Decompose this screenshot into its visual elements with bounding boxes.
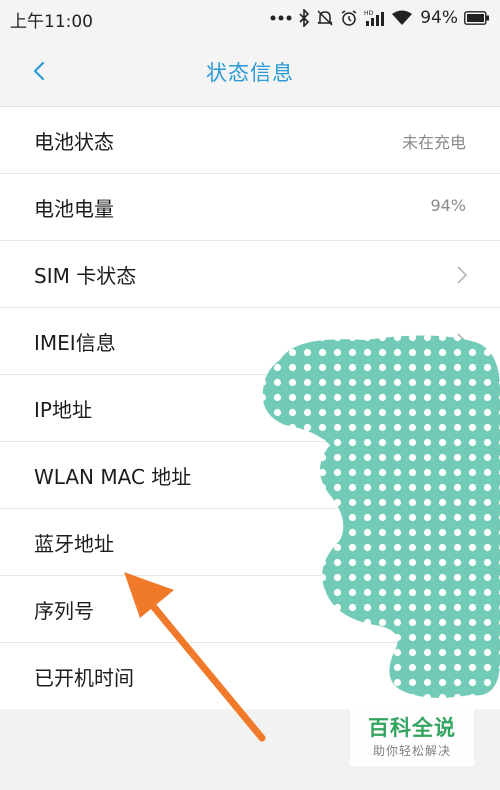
row-label: IP地址 bbox=[34, 398, 92, 422]
alarm-icon bbox=[340, 9, 358, 27]
watermark-title: 百科全说 bbox=[368, 716, 456, 740]
status-bar: 上午11:00 HD 94% bbox=[0, 0, 500, 36]
annotation-arrow bbox=[124, 572, 266, 742]
row-label: SIM 卡状态 bbox=[34, 264, 137, 288]
page-title: 状态信息 bbox=[206, 61, 294, 85]
row-label: 电池状态 bbox=[34, 130, 114, 154]
row-label: IMEI信息 bbox=[34, 331, 116, 355]
more-icon bbox=[270, 14, 292, 22]
row-label: 蓝牙地址 bbox=[34, 532, 114, 556]
row-battery-level[interactable]: 电池电量 94% bbox=[0, 174, 500, 241]
chevron-right-icon bbox=[457, 266, 468, 284]
row-sim-status[interactable]: SIM 卡状态 bbox=[0, 241, 500, 308]
row-label: WLAN MAC 地址 bbox=[34, 465, 192, 489]
row-value: 未在充电 bbox=[401, 133, 466, 152]
mute-icon bbox=[316, 9, 334, 27]
nav-bar: 状态信息 bbox=[0, 36, 500, 107]
row-battery-status[interactable]: 电池状态 未在充电 bbox=[0, 107, 500, 174]
watermark-logo: 百科全说 助你轻松解决 bbox=[350, 706, 474, 766]
bluetooth-icon bbox=[298, 9, 310, 27]
row-label: 序列号 bbox=[34, 599, 94, 623]
svg-text:HD: HD bbox=[364, 10, 374, 17]
watermark-subtitle: 助你轻松解决 bbox=[372, 744, 451, 758]
status-time: 上午11:00 bbox=[10, 12, 93, 32]
battery-icon bbox=[464, 11, 490, 25]
hd-signal-icon: HD bbox=[364, 9, 386, 27]
row-label: 电池电量 bbox=[34, 197, 114, 221]
wifi-icon bbox=[392, 10, 413, 26]
status-icons: HD 94% bbox=[270, 6, 490, 30]
redaction-overlay bbox=[262, 335, 500, 698]
battery-percent: 94% bbox=[420, 8, 458, 28]
row-value: 94% bbox=[430, 196, 466, 215]
